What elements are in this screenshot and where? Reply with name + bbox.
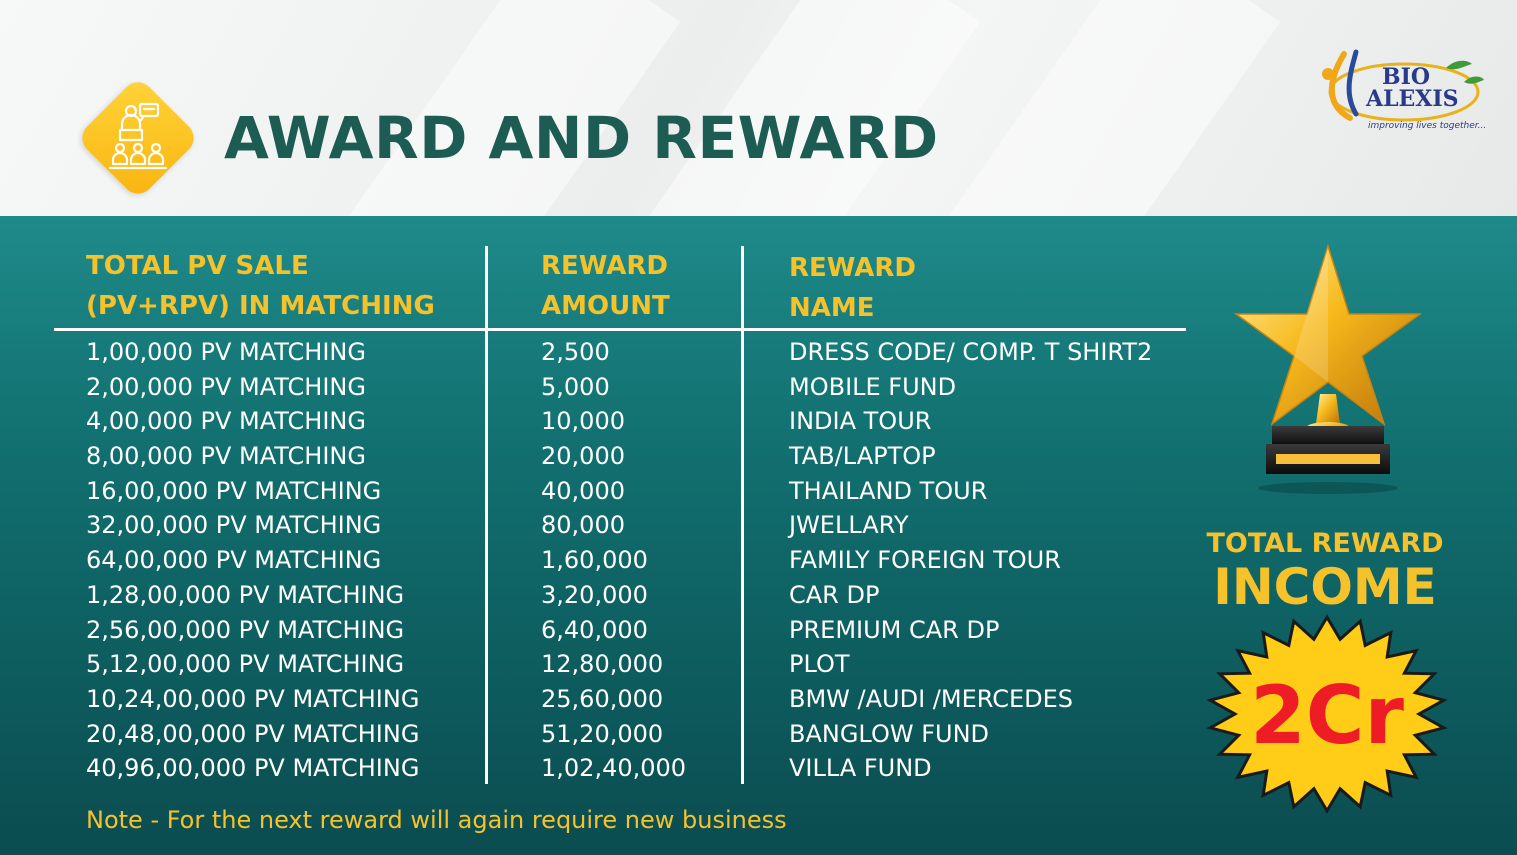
banner-stripe	[919, 0, 1281, 216]
table-cell-amount: 40,000	[541, 476, 625, 505]
table-cell-name: MOBILE FUND	[789, 372, 957, 401]
logo-line2: ALEXIS	[1365, 86, 1459, 112]
table-cell-name: PREMIUM CAR DP	[789, 615, 1000, 644]
table-cell-pv: 10,24,00,000 PV MATCHING	[86, 684, 420, 713]
table-cell-amount: 12,80,000	[541, 650, 664, 679]
logo-tagline: improving lives together...	[1368, 121, 1486, 131]
table-cell-name: JWELLARY	[789, 511, 909, 540]
table-cell-name: DRESS CODE/ COMP. T SHIRT2	[789, 338, 1153, 366]
table-cell-amount: 2,500	[541, 338, 610, 366]
header-pv-sale-line1: TOTAL PV SALE	[86, 251, 309, 281]
table-cell-pv: 32,00,000 PV MATCHING	[86, 511, 382, 540]
table-cell-amount: 25,60,000	[541, 684, 664, 713]
table-cell-pv: 16,00,000 PV MATCHING	[86, 476, 382, 505]
table-cell-name: INDIA TOUR	[789, 407, 932, 436]
table-cell-amount: 3,20,000	[541, 580, 648, 609]
table-cell-amount: 1,02,40,000	[541, 754, 687, 783]
header-divider	[54, 328, 1186, 331]
table-cell-pv: 8,00,000 PV MATCHING	[86, 442, 366, 471]
header-reward-amount-line2: AMOUNT	[541, 291, 670, 321]
table-cell-name: VILLA FUND	[789, 754, 932, 783]
header-pv-sale-line2: (PV+RPV) IN MATCHING	[86, 291, 435, 321]
column-divider	[485, 246, 488, 784]
table-cell-amount: 80,000	[541, 511, 625, 540]
table-cell-pv: 1,28,00,000 PV MATCHING	[86, 580, 405, 609]
table-cell-name: FAMILY FOREIGN TOUR	[789, 546, 1061, 575]
reward-amount-column: 2,500 5,000 10,000 20,000 40,000 80,000 …	[541, 335, 686, 786]
table-cell-amount: 51,20,000	[541, 719, 664, 748]
header-reward-name-line1: REWARD	[789, 253, 917, 283]
table-cell-pv: 1,00,000 PV MATCHING	[86, 338, 366, 366]
header-reward-name-line2: NAME	[789, 293, 875, 323]
pv-sale-column: 1,00,000 PV MATCHING 2,00,000 PV MATCHIN…	[86, 335, 419, 786]
table-cell-name: THAILAND TOUR	[789, 476, 988, 505]
table-cell-pv: 64,00,000 PV MATCHING	[86, 546, 382, 575]
bio-alexis-logo: BIO ALEXIS improving lives together...	[1322, 49, 1486, 131]
table-cell-amount: 6,40,000	[541, 615, 648, 644]
table-cell-name: PLOT	[789, 650, 850, 679]
table-cell-pv: 2,56,00,000 PV MATCHING	[86, 615, 405, 644]
footer-note: Note - For the next reward will again re…	[86, 806, 787, 834]
table-cell-pv: 20,48,00,000 PV MATCHING	[86, 719, 420, 748]
table-cell-pv: 2,00,000 PV MATCHING	[86, 372, 366, 401]
total-reward-label: TOTAL REWARD	[1206, 528, 1444, 559]
header-reward-name: REWARD NAME	[789, 248, 916, 328]
table-cell-amount: 10,000	[541, 407, 625, 436]
presentation-audience-icon	[108, 102, 168, 170]
reward-name-column: DRESS CODE/ COMP. T SHIRT2 MOBILE FUND I…	[789, 335, 1152, 786]
table-cell-pv: 40,96,00,000 PV MATCHING	[86, 754, 420, 783]
header-reward-amount: REWARD AMOUNT	[541, 246, 670, 326]
table-cell-amount: 5,000	[541, 372, 610, 401]
total-reward-value: 2Cr	[1250, 669, 1404, 762]
header-reward-amount-line1: REWARD	[541, 251, 669, 281]
column-divider	[741, 246, 744, 784]
page-title: AWARD AND REWARD	[224, 104, 939, 172]
header-pv-sale: TOTAL PV SALE (PV+RPV) IN MATCHING	[86, 246, 435, 326]
table-cell-amount: 1,60,000	[541, 546, 648, 575]
table-cell-name: BANGLOW FUND	[789, 719, 990, 748]
table-cell-pv: 5,12,00,000 PV MATCHING	[86, 650, 405, 679]
table-cell-pv: 4,00,000 PV MATCHING	[86, 407, 366, 436]
table-cell-amount: 20,000	[541, 442, 625, 471]
table-cell-name: TAB/LAPTOP	[789, 442, 936, 471]
table-cell-name: BMW /AUDI /MERCEDES	[789, 684, 1074, 713]
table-cell-name: CAR DP	[789, 580, 880, 609]
total-reward-income: INCOME	[1213, 558, 1437, 616]
star-trophy-icon	[1233, 244, 1423, 494]
